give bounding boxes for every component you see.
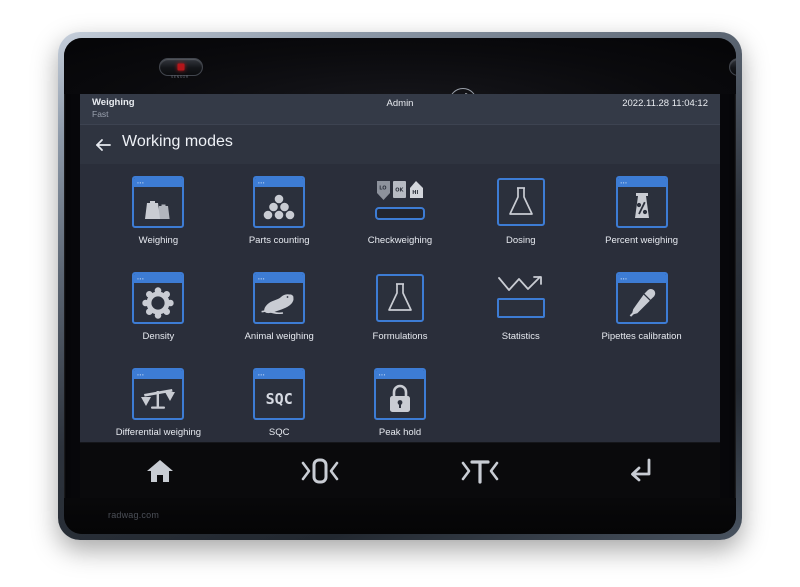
enter-arrow-icon <box>631 458 651 482</box>
checkweighing-icon: LO OK HI <box>374 176 426 228</box>
mode-tile-peak-hold[interactable]: ▪▪▪ Peak hold <box>340 362 461 442</box>
gear-icon: ▪▪▪ <box>132 272 185 324</box>
balance-terminal-device: SENSOR RADWAG ® <box>58 32 742 540</box>
working-modes-grid: ▪▪▪ Weighing ▪▪▪ Parts counting LO OK HI… <box>80 164 720 442</box>
lcd-screen: Weighing Fast Admin 2022.11.28 11:04:12 … <box>80 94 720 442</box>
grid-row: ▪▪▪ <box>98 362 702 442</box>
device-inner-bezel: SENSOR RADWAG ® <box>64 38 736 534</box>
page-header: Working modes <box>80 125 720 165</box>
mode-tile-label: SQC <box>268 427 290 438</box>
mode-tile-empty <box>581 362 702 442</box>
mode-tile-dosing[interactable]: Dosing <box>460 170 581 266</box>
mode-tile-label: Statistics <box>501 331 540 342</box>
padlock-icon: ▪▪▪ <box>373 368 426 420</box>
status-filter-label: Fast <box>92 109 109 119</box>
mode-tile-checkweighing[interactable]: LO OK HI Checkweighing <box>340 170 461 266</box>
mode-tile-label: Parts counting <box>248 235 310 246</box>
pipette-icon: ▪▪▪ <box>615 272 668 324</box>
weights-icon: ▪▪▪ <box>132 176 185 228</box>
mode-tile-label: Dosing <box>506 235 536 246</box>
home-button[interactable] <box>80 443 240 499</box>
mode-tile-label: Pipettes calibration <box>601 331 682 342</box>
mode-tile-label: Peak hold <box>378 427 422 438</box>
bottom-navigation-bar <box>80 442 720 499</box>
svg-text:HI: HI <box>412 190 418 196</box>
mode-tile-label: Percent weighing <box>605 235 679 246</box>
parts-pile-icon: ▪▪▪ <box>253 176 306 228</box>
sensor-right-caption: SENSOR <box>729 75 736 79</box>
balance-scale-icon: ▪▪▪ <box>132 368 185 420</box>
tare-button[interactable] <box>400 443 560 499</box>
mouse-icon: ▪▪▪ <box>253 272 306 324</box>
mode-tile-label: Formulations <box>372 331 428 342</box>
mode-tile-sqc[interactable]: ▪▪▪ SQC SQC <box>219 362 340 442</box>
status-datetime: 2022.11.28 11:04:12 <box>622 98 708 109</box>
home-icon <box>147 460 173 482</box>
flask-icon <box>374 272 426 324</box>
bottom-bezel: radwag.com <box>64 498 736 534</box>
zero-button[interactable] <box>240 443 400 499</box>
back-button[interactable] <box>92 134 114 156</box>
grid-row: ▪▪▪ <box>98 266 702 362</box>
proximity-sensor-right-icon <box>729 58 736 76</box>
svg-text:OK: OK <box>395 188 404 194</box>
mode-tile-label: Weighing <box>138 235 179 246</box>
mode-tile-label: Animal weighing <box>244 331 314 342</box>
tare-icon <box>461 460 499 484</box>
mode-tile-empty <box>460 362 581 442</box>
brand-footer: radwag.com <box>108 510 160 520</box>
mode-tile-weighing[interactable]: ▪▪▪ Weighing <box>98 170 219 266</box>
top-bezel: SENSOR RADWAG ® <box>64 38 736 116</box>
sqc-text-icon: ▪▪▪ SQC <box>253 368 306 420</box>
grid-row: ▪▪▪ <box>98 170 702 266</box>
sensor-led-left-icon <box>177 63 185 71</box>
enter-button[interactable] <box>560 443 720 499</box>
mode-tile-differential-weighing[interactable]: ▪▪▪ Differential weighing <box>98 362 219 442</box>
sensor-left-caption: SENSOR <box>171 75 189 79</box>
mode-tile-parts-counting[interactable]: ▪▪▪ Parts counting <box>219 170 340 266</box>
mode-tile-label: Differential weighing <box>115 427 202 438</box>
zero-icon <box>301 458 339 484</box>
mode-tile-label: Density <box>142 331 175 342</box>
proximity-sensor-left-icon <box>159 58 203 76</box>
mode-tile-density[interactable]: ▪▪▪ Density <box>98 266 219 362</box>
mode-tile-percent-weighing[interactable]: ▪▪▪ Percent weighing <box>581 170 702 266</box>
mode-tile-statistics[interactable]: Statistics <box>460 266 581 362</box>
mode-tile-animal-weighing[interactable]: ▪▪▪ Animal weighing <box>219 266 340 362</box>
svg-text:LO: LO <box>379 186 386 192</box>
flask-icon <box>495 176 547 228</box>
statistics-chart-icon <box>495 272 547 324</box>
page-title: Working modes <box>122 133 233 150</box>
percent-weight-icon: ▪▪▪ <box>615 176 668 228</box>
mode-tile-pipettes-calibration[interactable]: ▪▪▪ Pipettes calibration <box>581 266 702 362</box>
status-bar: Weighing Fast Admin 2022.11.28 11:04:12 <box>80 94 720 125</box>
mode-tile-formulations[interactable]: Formulations <box>340 266 461 362</box>
sqc-icon-label: SQC <box>265 389 293 408</box>
mode-tile-label: Checkweighing <box>367 235 433 246</box>
